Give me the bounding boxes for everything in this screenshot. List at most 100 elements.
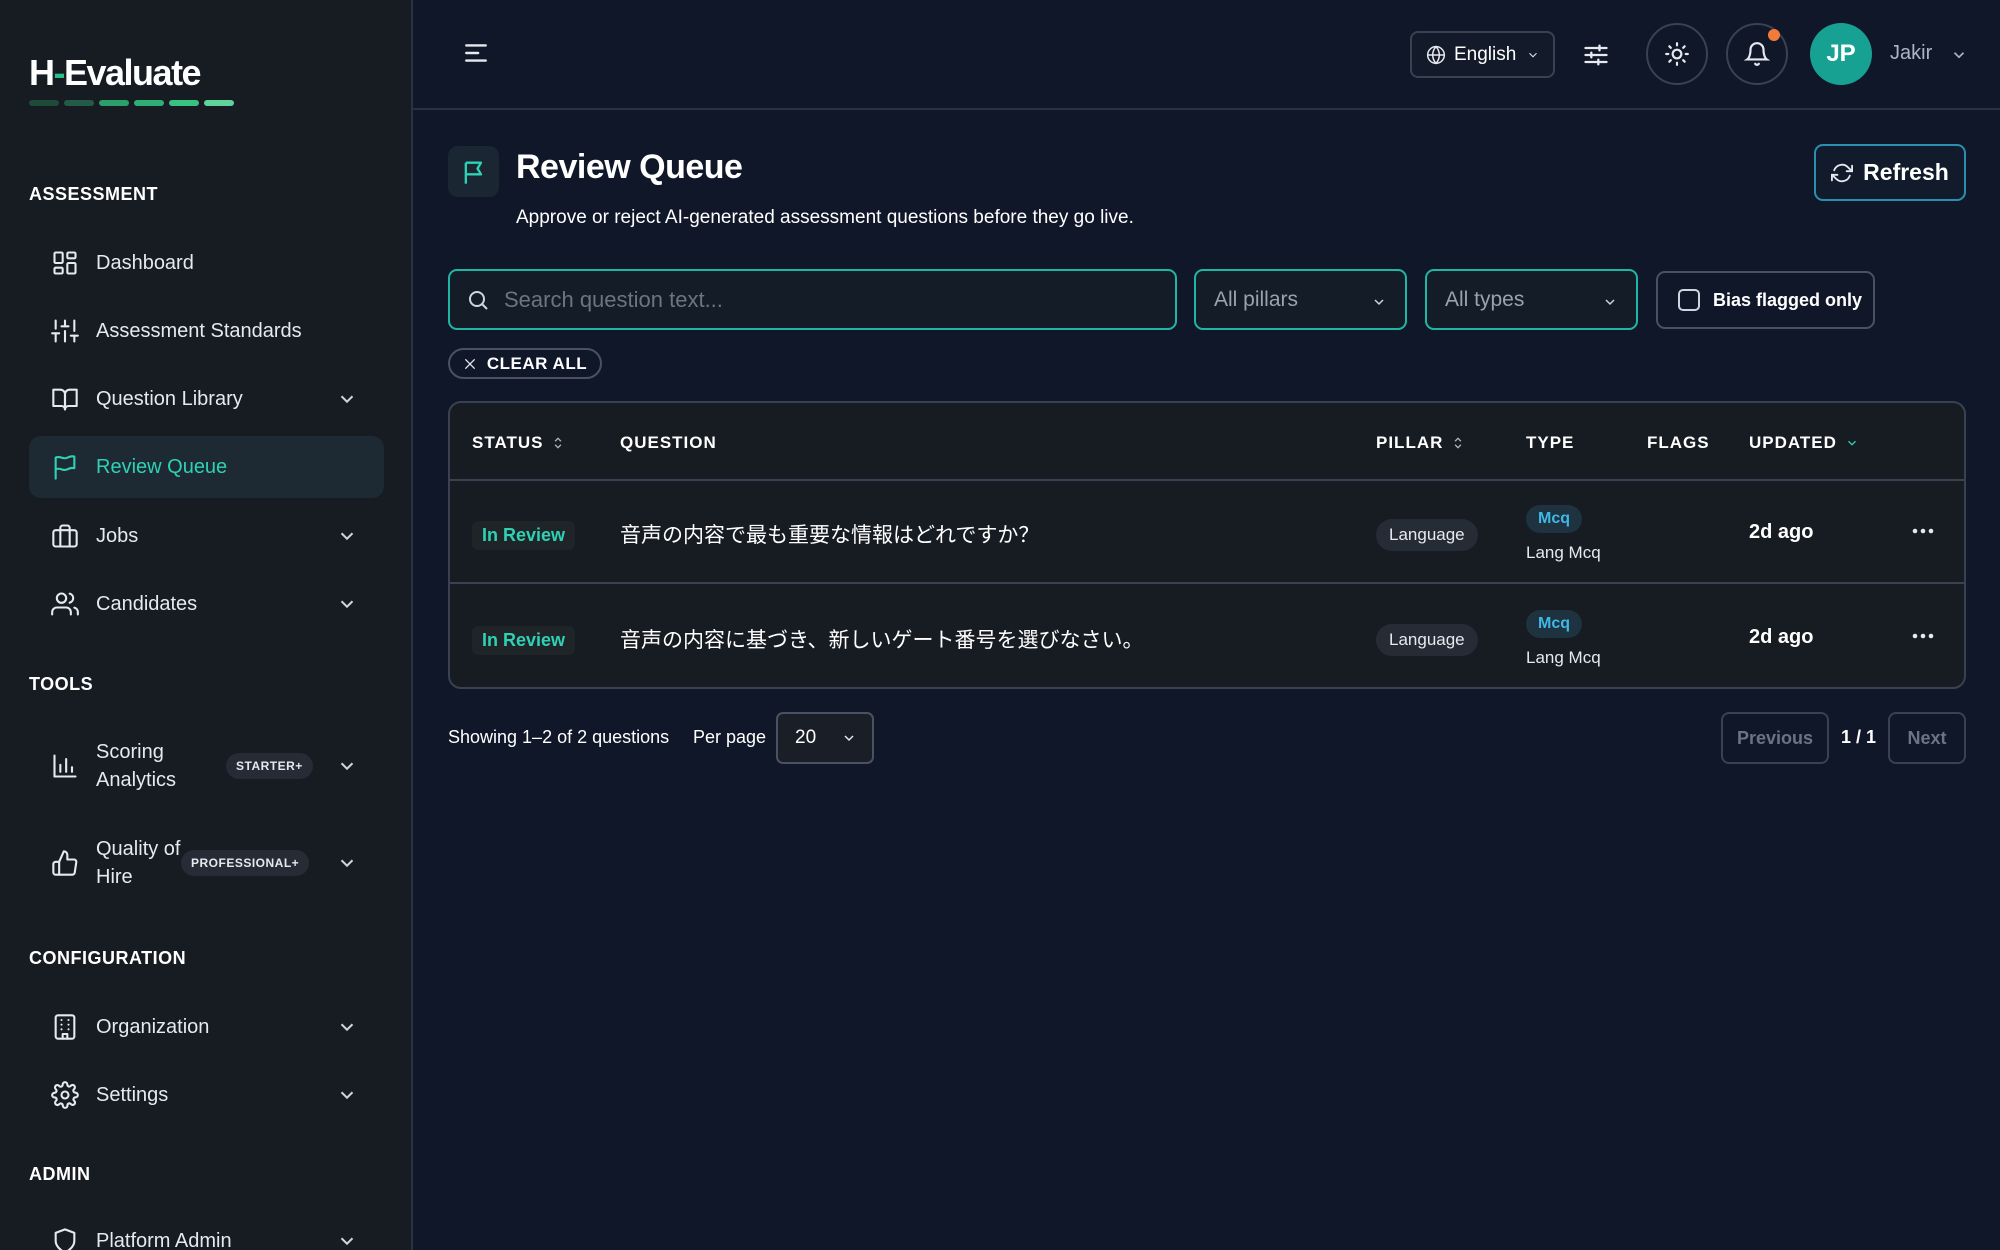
app-logo[interactable]: H-Evaluate <box>29 52 234 106</box>
chevron-down-icon[interactable] <box>336 388 358 410</box>
page-title: Review Queue <box>516 148 743 186</box>
user-name[interactable]: Jakir <box>1890 42 1932 65</box>
refresh-button[interactable]: Refresh <box>1814 144 1966 201</box>
more-options-icon[interactable] <box>1910 521 1936 541</box>
notifications-button[interactable] <box>1726 23 1788 85</box>
chevron-down-icon[interactable] <box>336 852 358 874</box>
column-header-type: TYPE <box>1526 433 1575 452</box>
chevron-down-icon <box>1602 292 1618 308</box>
per-page-label: Per page <box>693 727 767 747</box>
type-filter-value: All types <box>1445 287 1525 311</box>
flag-icon <box>464 161 482 184</box>
chevron-down-icon[interactable] <box>336 755 358 777</box>
sidebar-item-scoring-analytics[interactable]: Scoring Analytics STARTER+ <box>29 722 384 810</box>
more-options-icon[interactable] <box>1910 626 1936 646</box>
table-row[interactable]: In Review 音声の内容で最も重要な情報はどれですか？ Language … <box>450 481 1964 584</box>
search-field[interactable] <box>448 269 1177 330</box>
refresh-icon <box>1831 163 1854 182</box>
sort-icon <box>1455 437 1462 449</box>
chevron-down-icon[interactable] <box>1950 46 1968 64</box>
logo-text-rest: Evaluate <box>64 52 202 93</box>
updated-time: 2d ago <box>1749 521 1814 543</box>
sidebar-item-settings[interactable]: Settings <box>29 1064 384 1126</box>
filters-icon[interactable] <box>1581 40 1611 70</box>
sidebar-item-label: Scoring Analytics <box>96 741 177 791</box>
logo-bar <box>64 100 94 106</box>
page-subtitle: Approve or reject AI-generated assessmen… <box>516 207 1134 228</box>
search-icon <box>469 290 488 310</box>
per-page-select[interactable]: 20 <box>776 712 874 764</box>
previous-page-button[interactable]: Previous <box>1721 712 1829 764</box>
sidebar-item-label: Platform Admin <box>96 1229 232 1250</box>
sidebar-item-assessment-standards[interactable]: Assessment Standards <box>29 300 384 362</box>
flag-icon <box>50 452 80 482</box>
language-selector[interactable]: English <box>1410 31 1555 78</box>
bar-chart-icon <box>50 751 80 781</box>
sidebar-item-jobs[interactable]: Jobs <box>29 505 384 567</box>
shield-icon <box>50 1226 80 1250</box>
menu-icon[interactable] <box>463 40 489 66</box>
next-page-button[interactable]: Next <box>1888 712 1966 764</box>
sidebar-item-quality-of-hire[interactable]: Quality of Hire PROFESSIONAL+ <box>29 819 384 907</box>
sidebar-item-question-library[interactable]: Question Library <box>29 368 384 430</box>
bell-icon <box>1744 42 1770 66</box>
pillar-badge: Language <box>1376 519 1478 551</box>
sidebar-item-label: Dashboard <box>96 251 194 274</box>
sidebar-item-dashboard[interactable]: Dashboard <box>29 232 384 294</box>
status-badge: In Review <box>472 521 576 550</box>
logo-bar <box>134 100 164 106</box>
logo-bars <box>29 100 234 106</box>
clear-all-button[interactable]: CLEAR ALL <box>448 348 602 379</box>
clear-all-label: CLEAR ALL <box>486 353 588 373</box>
sidebar-item-review-queue[interactable]: Review Queue <box>29 436 384 498</box>
sidebar-item-label: Assessment Standards <box>96 319 302 342</box>
table-header: STATUS QUESTION PILLAR TYPE FLAGS UPDATE… <box>450 403 1964 481</box>
sidebar-item-organization[interactable]: Organization <box>29 996 384 1058</box>
question-text[interactable]: 音声の内容に基づき、新しいゲート番号を選びなさい。 <box>620 624 1144 654</box>
sun-icon <box>1665 42 1689 66</box>
briefcase-icon <box>50 521 80 551</box>
search-input[interactable] <box>504 286 1144 313</box>
chevron-down-icon <box>1529 52 1538 57</box>
chevron-down-icon[interactable] <box>336 1016 358 1038</box>
gear-icon <box>50 1080 80 1110</box>
sliders-icon <box>50 316 80 346</box>
sidebar: H-Evaluate ASSESSMENT Dashboard Assessme… <box>0 0 413 1250</box>
column-header-pillar[interactable]: PILLAR <box>1376 433 1465 453</box>
logo-bar <box>99 100 129 106</box>
sidebar-item-label: Question Library <box>96 387 243 410</box>
questions-table: STATUS QUESTION PILLAR TYPE FLAGS UPDATE… <box>448 401 1966 689</box>
section-label-admin: ADMIN <box>29 1164 91 1184</box>
sidebar-item-platform-admin[interactable]: Platform Admin <box>29 1210 384 1250</box>
column-header-updated[interactable]: UPDATED <box>1749 433 1859 453</box>
pillar-badge: Language <box>1376 624 1478 656</box>
bias-flagged-checkbox[interactable] <box>1678 289 1700 311</box>
pillar-filter-select[interactable]: All pillars <box>1194 269 1407 330</box>
sidebar-item-candidates[interactable]: Candidates <box>29 573 384 635</box>
bias-flagged-toggle[interactable]: Bias flagged only <box>1656 271 1875 329</box>
column-header-status[interactable]: STATUS <box>472 433 565 453</box>
sidebar-item-label: Organization <box>96 1015 210 1038</box>
type-subtype: Lang Mcq <box>1526 543 1601 562</box>
section-label-configuration: CONFIGURATION <box>29 948 187 968</box>
page-icon <box>448 146 499 197</box>
chevron-down-icon[interactable] <box>336 1084 358 1106</box>
type-filter-select[interactable]: All types <box>1425 269 1638 330</box>
chevron-down-icon[interactable] <box>336 1230 358 1250</box>
refresh-label: Refresh <box>1863 159 1949 185</box>
plan-badge-professional: PROFESSIONAL+ <box>181 850 310 876</box>
section-label-tools: TOOLS <box>29 674 94 694</box>
question-text[interactable]: 音声の内容で最も重要な情報はどれですか？ <box>620 519 1039 549</box>
page-indicator: 1 / 1 <box>1841 727 1877 747</box>
chevron-down-icon[interactable] <box>336 525 358 547</box>
section-label-assessment: ASSESSMENT <box>29 184 159 204</box>
table-row[interactable]: In Review 音声の内容に基づき、新しいゲート番号を選びなさい。 Lang… <box>450 586 1964 687</box>
logo-text-dash: - <box>53 52 66 93</box>
theme-toggle-button[interactable] <box>1646 23 1708 85</box>
bias-flagged-label: Bias flagged only <box>1713 289 1863 310</box>
column-header-flags: FLAGS <box>1647 433 1710 452</box>
chevron-down-icon[interactable] <box>336 593 358 615</box>
users-icon <box>50 589 80 619</box>
sort-icon <box>555 437 562 449</box>
avatar[interactable]: JP <box>1810 23 1872 85</box>
